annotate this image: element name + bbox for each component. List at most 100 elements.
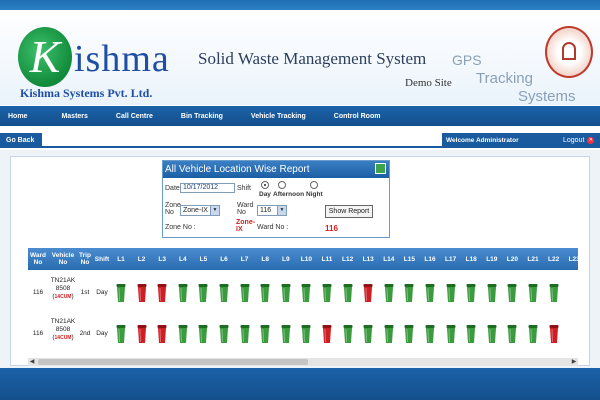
header-location: L7 (240, 256, 249, 263)
bin-empty-icon[interactable] (404, 283, 414, 303)
vehicle-number: TN21AK 8508 (50, 277, 76, 292)
welcome-text: Welcome Administrator (442, 133, 560, 148)
sub-bar-divider (42, 146, 442, 148)
bin-empty-icon[interactable] (198, 324, 208, 344)
header-location: L20 (506, 256, 518, 263)
header-location: L1 (117, 256, 125, 263)
demo-site-label: Demo Site (405, 77, 452, 89)
header-location: L5 (199, 256, 208, 263)
bin-empty-icon[interactable] (116, 283, 126, 303)
logout-label: Logout (563, 137, 585, 144)
nav-item-home[interactable]: Home (8, 113, 27, 120)
date-input[interactable]: 10/17/2012 (180, 183, 235, 193)
header-location: L12 (341, 256, 354, 263)
header-location: L17 (444, 256, 457, 263)
bin-empty-icon[interactable] (343, 324, 353, 344)
bin-empty-icon[interactable] (466, 324, 476, 344)
bin-full-icon[interactable] (549, 324, 559, 344)
bin-empty-icon[interactable] (116, 324, 126, 344)
footer-bar (0, 368, 600, 400)
header-location: L3 (158, 256, 166, 263)
bin-empty-icon[interactable] (301, 283, 311, 303)
vehicle-capacity: 14CUM (54, 294, 72, 300)
cell-shift: Day (96, 330, 108, 337)
shift-radio-night[interactable] (310, 181, 318, 189)
header-shift: Shift (94, 256, 110, 263)
bin-empty-icon[interactable] (178, 283, 188, 303)
bin-empty-icon[interactable] (528, 324, 538, 344)
scroll-thumb[interactable] (38, 359, 308, 365)
bin-full-icon[interactable] (157, 283, 167, 303)
report-title: All Vehicle Location Wise Report (163, 161, 389, 178)
cell-trip: 2nd (79, 330, 91, 337)
ward-select[interactable]: 116 ▼ (257, 205, 287, 216)
bin-empty-icon[interactable] (487, 283, 497, 303)
header-vehicle-no: Vehicle No (51, 252, 75, 266)
bin-empty-icon[interactable] (446, 283, 456, 303)
bin-empty-icon[interactable] (260, 283, 270, 303)
scroll-left-icon[interactable]: ◀ (28, 358, 36, 366)
go-back-button[interactable]: Go Back (0, 133, 42, 148)
bin-full-icon[interactable] (363, 283, 373, 303)
table-row: 116 TN21AK 8508 (14CUM) 1st Day (28, 273, 578, 313)
bin-empty-icon[interactable] (260, 324, 270, 344)
horizontal-scrollbar[interactable]: ◀ ▶ (28, 358, 578, 366)
header-location: L19 (486, 256, 498, 263)
scroll-right-icon[interactable]: ▶ (570, 358, 578, 366)
bin-empty-icon[interactable] (322, 283, 332, 303)
bin-empty-icon[interactable] (487, 324, 497, 344)
bin-empty-icon[interactable] (281, 324, 291, 344)
bin-empty-icon[interactable] (549, 283, 559, 303)
bin-empty-icon[interactable] (384, 283, 394, 303)
bin-empty-icon[interactable] (384, 324, 394, 344)
bin-empty-icon[interactable] (446, 324, 456, 344)
shift-radio-afternoon[interactable] (278, 181, 286, 189)
bin-full-icon[interactable] (137, 283, 147, 303)
bin-empty-icon[interactable] (240, 283, 250, 303)
cell-ward: 116 (32, 289, 44, 296)
nav-item-call-centre[interactable]: Call Centre (116, 113, 153, 120)
bin-empty-icon[interactable] (281, 283, 291, 303)
nav-item-control-room[interactable]: Control Room (334, 113, 381, 120)
nav-item-bin-tracking[interactable]: Bin Tracking (181, 113, 223, 120)
logout-button[interactable]: Logout ✕ (560, 133, 600, 148)
logo-k-mark: K (18, 27, 72, 87)
bin-empty-icon[interactable] (219, 283, 229, 303)
bin-empty-icon[interactable] (466, 283, 476, 303)
zone-no-value: Zone-IX (236, 219, 256, 233)
bin-empty-icon[interactable] (219, 324, 229, 344)
bin-empty-icon[interactable] (363, 324, 373, 344)
table-header: Ward No Vehicle No Trip No Shift L1 L2 L3 L… (28, 248, 580, 270)
bin-full-icon[interactable] (137, 324, 147, 344)
bin-empty-icon[interactable] (404, 324, 414, 344)
header-location: L4 (179, 256, 187, 263)
excel-export-icon[interactable] (375, 163, 386, 174)
bin-empty-icon[interactable] (198, 283, 208, 303)
vehicle-capacity: 14CUM (54, 335, 72, 341)
bin-empty-icon[interactable] (528, 283, 538, 303)
system-title: Solid Waste Management System (198, 49, 427, 68)
bin-empty-icon[interactable] (301, 324, 311, 344)
bin-full-icon[interactable] (322, 324, 332, 344)
main-nav: Home Masters Call Centre Bin Tracking Ve… (0, 106, 600, 126)
report-filter-panel: All Vehicle Location Wise Report Date 10… (162, 160, 390, 238)
bin-empty-icon[interactable] (240, 324, 250, 344)
ward-no-label: Ward No : (257, 224, 289, 231)
bin-empty-icon[interactable] (425, 283, 435, 303)
ward-label: Ward No (237, 202, 254, 216)
nav-item-vehicle-tracking[interactable]: Vehicle Tracking (251, 113, 306, 120)
shift-radio-day[interactable] (261, 181, 269, 189)
bin-empty-icon[interactable] (425, 324, 435, 344)
bin-empty-icon[interactable] (507, 324, 517, 344)
bin-empty-icon[interactable] (343, 283, 353, 303)
bin-empty-icon[interactable] (178, 324, 188, 344)
bin-empty-icon[interactable] (507, 283, 517, 303)
cell-vehicle: TN21AK 8508 (14CUM) (50, 318, 76, 341)
bin-full-icon[interactable] (157, 324, 167, 344)
zone-label: Zone No (165, 202, 181, 216)
header-location: L18 (465, 256, 477, 263)
zone-select[interactable]: Zone-IX ▼ (180, 205, 220, 216)
nav-item-masters[interactable]: Masters (61, 113, 87, 120)
header-location: L6 (220, 256, 228, 263)
show-report-button[interactable]: Show Report (325, 205, 373, 218)
